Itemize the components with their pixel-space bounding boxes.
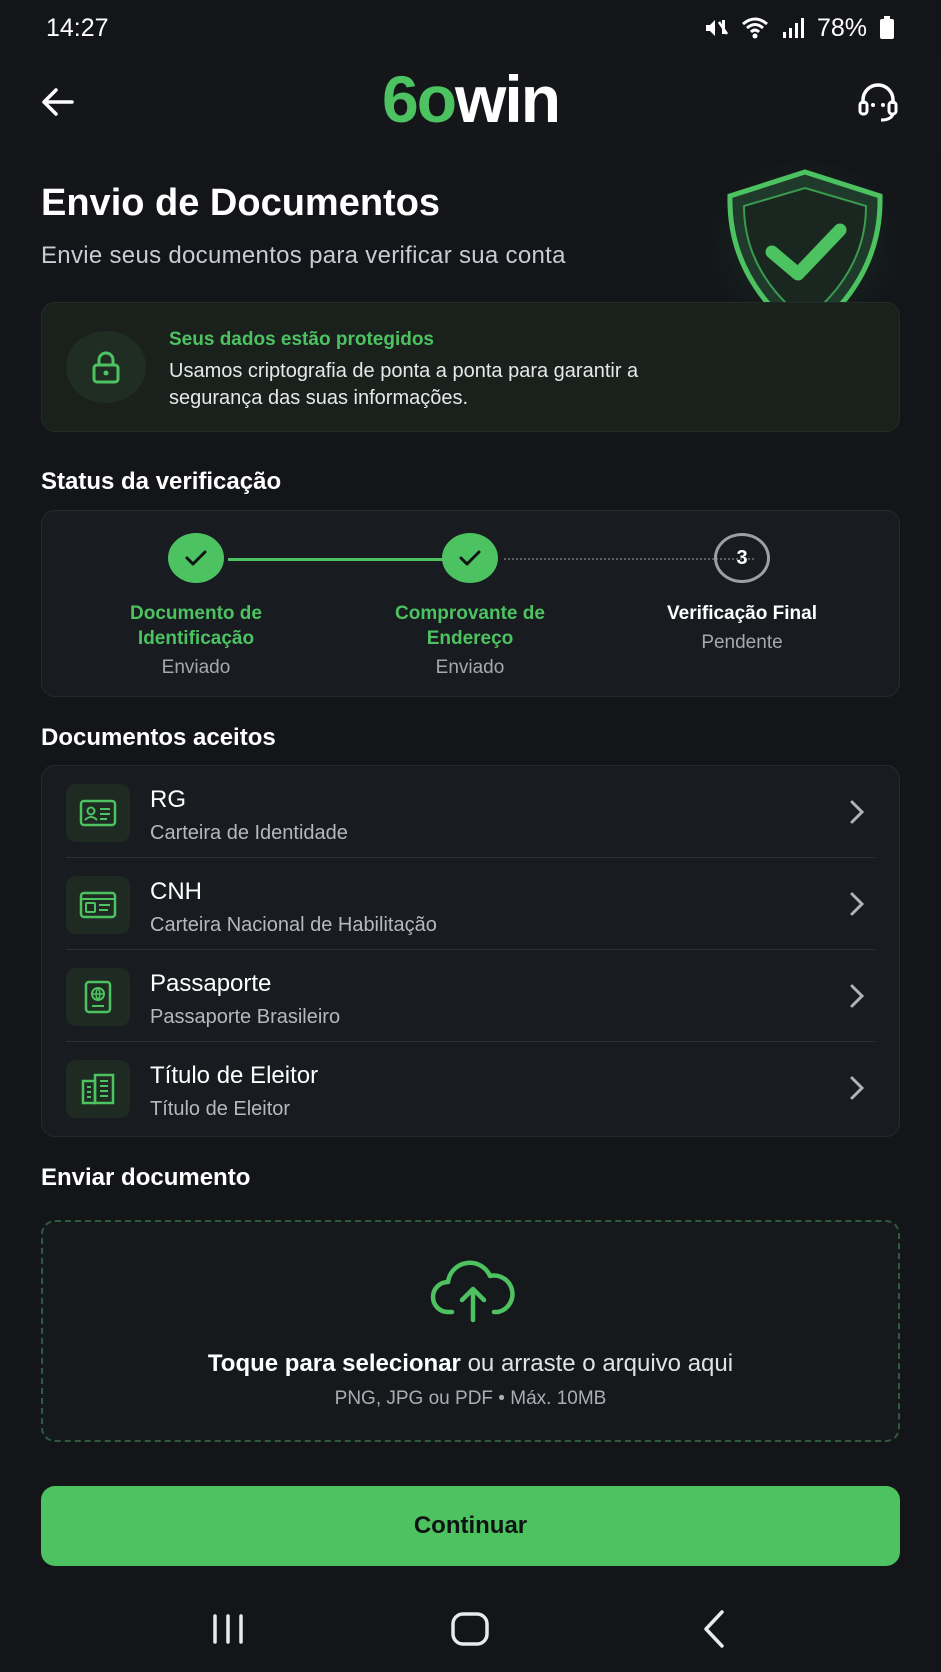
upload-section-title: Enviar documento (41, 1164, 251, 1191)
step-label: Documento de Identificação (130, 603, 262, 649)
security-notice-card: Seus dados estão protegidos Usamos cript… (41, 302, 900, 432)
upload-dropzone[interactable]: Toque para selecionar ou arraste o arqui… (41, 1220, 900, 1442)
document-name: RG (150, 786, 186, 813)
battery-percent: 78% (816, 13, 867, 42)
lock-badge (66, 331, 146, 403)
status-time: 14:27 (46, 13, 109, 42)
cloud-upload-icon (430, 1260, 515, 1323)
continue-button[interactable]: Continuar (41, 1486, 900, 1566)
driver-license-icon (66, 876, 130, 934)
battery-icon (880, 16, 894, 39)
document-item-passport[interactable]: Passaporte Passaporte Brasileiro (42, 950, 899, 1042)
upload-instructions: Toque para selecionar ou arraste o arqui… (207, 1350, 734, 1377)
status-icons: 78% (703, 14, 895, 43)
mute-icon (705, 20, 728, 36)
step-address: Comprovante de Endereço Enviado (360, 533, 580, 679)
document-item-cnh[interactable]: CNH Carteira Nacional de Habilitação (42, 858, 899, 950)
document-description: Título de Eleitor (150, 1098, 291, 1120)
app-header: 6owin (0, 56, 941, 150)
step-check-icon (168, 533, 224, 583)
chevron-right-icon (850, 1076, 865, 1100)
step-final: 3 Verificação Final Pendente (632, 533, 852, 654)
id-card-icon (66, 784, 130, 842)
step-label: Verificação Final (667, 603, 817, 624)
chevron-right-icon (850, 800, 865, 824)
step-check-icon (442, 533, 498, 583)
chevron-right-icon (850, 984, 865, 1008)
security-notice-text: Usamos criptografia de ponta a ponta par… (169, 360, 639, 409)
document-description: Carteira de Identidade (150, 822, 348, 844)
document-item-voter-card[interactable]: Título de Eleitor Título de Eleitor (42, 1042, 899, 1134)
documents-section-title: Documentos aceitos (41, 724, 276, 751)
wifi-icon (741, 17, 768, 39)
headset-icon[interactable] (855, 78, 901, 124)
brand-logo: 6owin (381, 62, 561, 136)
chevron-right-icon (850, 892, 865, 916)
passport-icon (66, 968, 130, 1026)
document-description: Passaporte Brasileiro (150, 1006, 341, 1028)
step-label: Comprovante de Endereço (395, 603, 545, 649)
system-nav-bar (0, 1590, 941, 1672)
step-status: Enviado (435, 657, 505, 678)
status-bar: 14:27 78% (0, 0, 941, 56)
step-status: Pendente (701, 632, 783, 653)
step-identification: Documento de Identificação Enviado (86, 533, 306, 679)
step-status: Enviado (161, 657, 231, 678)
document-description: Carteira Nacional de Habilitação (150, 914, 437, 936)
page-subtitle: Envie seus documentos para verificar sua… (41, 242, 566, 269)
verification-section-title: Status da verificação (41, 468, 282, 495)
document-item-rg[interactable]: RG Carteira de Identidade (42, 766, 899, 858)
lock-icon (92, 351, 120, 384)
upload-hint: PNG, JPG ou PDF • Máx. 10MB (334, 1388, 607, 1409)
security-notice-title: Seus dados estão protegidos (169, 329, 434, 350)
documents-list: RG Carteira de Identidade CNH Carteira N… (41, 765, 900, 1137)
verification-card: Documento de Identificação Enviado Compr… (41, 510, 900, 697)
page-title: Envio de Documentos (41, 182, 441, 224)
document-name: Título de Eleitor (150, 1062, 319, 1089)
voter-card-icon (66, 1060, 130, 1118)
recent-apps-icon[interactable] (203, 1604, 253, 1654)
signal-icon (782, 18, 804, 38)
back-nav-icon[interactable] (690, 1604, 740, 1654)
step-number: 3 (714, 533, 770, 583)
document-name: Passaporte (150, 970, 272, 997)
document-name: CNH (150, 878, 202, 905)
home-icon[interactable] (445, 1604, 495, 1654)
